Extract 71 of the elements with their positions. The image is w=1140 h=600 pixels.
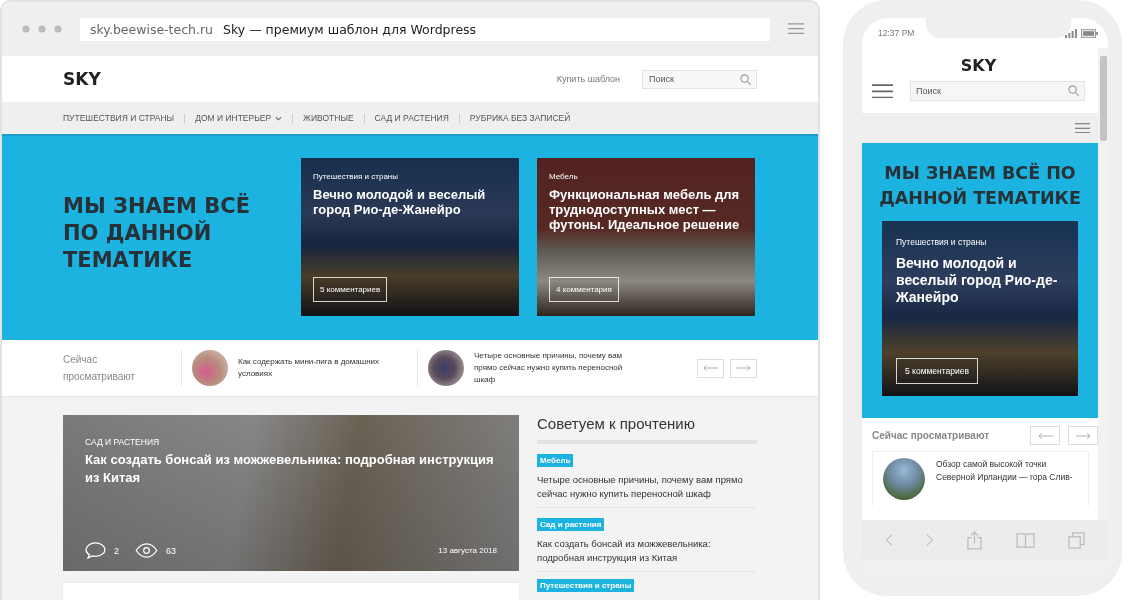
category-label: Путешествия и страны	[896, 237, 988, 247]
view-count: 63	[166, 545, 177, 556]
search-field[interactable]: Поиск	[642, 69, 757, 89]
prev-button[interactable]	[697, 358, 724, 378]
arrow-right-icon	[736, 364, 751, 372]
menu-icon[interactable]	[872, 83, 893, 99]
comments-button[interactable]: 5 комментариев	[313, 277, 388, 302]
share-icon[interactable]	[967, 530, 983, 550]
buy-link[interactable]: Купить шаблон	[556, 74, 620, 84]
section-label: Сейчас просматривают	[872, 430, 991, 441]
search-icon	[740, 73, 751, 85]
post-title: Обзор самой высокой точки Северной Ирландии — гора Слив-	[936, 458, 1074, 484]
search-field[interactable]: Поиск	[910, 81, 1085, 101]
eye-icon	[135, 543, 158, 558]
address-bar[interactable]: sky.beewise-tech.ru Sky — премиум шаблон для Wordpress	[80, 17, 770, 41]
url-text: sky.beewise-tech.ru	[90, 21, 214, 37]
search-icon	[1068, 85, 1079, 96]
post-card[interactable]: Мебель Функциональная мебель для труднодоступных мест — футоны. Идеальное решение 4 комментария	[537, 158, 755, 316]
arrow-right-icon	[1075, 431, 1091, 440]
post-title: Вечно молодой и веселый город Рио-де-Жанейро	[313, 187, 487, 217]
post-title: Вечно молодой и веселый город Рио-де-Жанейро	[896, 255, 1059, 306]
nav-item[interactable]: ПУТЕШЕСТВИЯ И СТРАНЫ	[63, 113, 185, 123]
post-link[interactable]: Как содержать мини-пига в домашних условиях	[238, 356, 409, 380]
hero-heading: МЫ ЗНАЕМ ВСЁ ПО ДАННОЙ ТЕМАТИКЕ	[63, 192, 252, 274]
nav-item[interactable]: ЖИВОТНЫЕ	[292, 113, 364, 123]
comment-icon	[85, 542, 106, 559]
arrow-left-icon	[1037, 431, 1053, 440]
post-link[interactable]: Четыре основные причины, почему вам прямо сейчас нужно купить переносной шкаф	[537, 473, 757, 501]
post-card[interactable]: Путешествия и страны Вечно молодой и веселый город Рио-де-Жанейро 5 комментариев	[882, 221, 1078, 396]
section-heading: Советуем к прочтению	[537, 415, 757, 444]
nav-item[interactable]: РУБРИКА БЕЗ ЗАПИСЕЙ	[458, 113, 581, 123]
post-card[interactable]: Путешествия и страны Вечно молодой и веселый город Рио-де-Жанейро 5 комментариев	[301, 158, 519, 316]
comments-button[interactable]: 5 комментариев	[896, 358, 978, 384]
post-item[interactable]: Обзор самой высокой точки Северной Ирландии — гора Слив-	[872, 451, 1089, 506]
comments-button[interactable]: 4 комментария	[549, 277, 619, 302]
featured-post[interactable]: САД И РАСТЕНИЯ Как создать бонсай из можжевельника: подробная инструкция из Китая 2 63 13 августа 2018	[63, 415, 519, 571]
section-label: Сейчас просматривают	[63, 353, 137, 384]
menu-icon[interactable]	[788, 23, 804, 35]
post-link[interactable]: Как создать бонсай из можжевельника: подробная инструкция из Китая	[537, 537, 757, 565]
category-label: САД И РАСТЕНИЯ	[85, 437, 161, 447]
thumbnail-photo	[883, 458, 925, 500]
site-logo[interactable]: SKY	[63, 69, 557, 89]
back-icon[interactable]	[884, 533, 893, 547]
comment-count: 2	[114, 545, 119, 556]
window-controls-icon	[22, 25, 62, 33]
thumbnail-photo	[428, 350, 464, 386]
post-title: Функциональная мебель для труднодоступных мест — футоны. Идеальное решение	[549, 187, 741, 232]
battery-icon	[1081, 28, 1098, 38]
page-title: Sky — премиум шаблон для Wordpress	[223, 21, 477, 37]
signal-icon	[1065, 28, 1077, 38]
category-label: Путешествия и страны	[313, 172, 399, 181]
post-title: Как создать бонсай из можжевельника: подробная инструкция из Китая	[85, 451, 495, 487]
forward-icon[interactable]	[926, 533, 935, 547]
category-label: Мебель	[549, 172, 579, 181]
next-button[interactable]	[1068, 426, 1098, 445]
status-time: 12:37 PM	[878, 28, 916, 38]
prev-button[interactable]	[1030, 426, 1060, 445]
book-icon[interactable]	[1015, 532, 1035, 548]
tabs-icon[interactable]	[1068, 531, 1086, 549]
scrollbar[interactable]	[1098, 48, 1108, 520]
hero-heading: МЫ ЗНАЕМ ВСЁ ПО ДАННОЙ ТЕМАТИКЕ	[878, 161, 1082, 210]
scrollbar-thumb[interactable]	[1099, 56, 1107, 141]
post-link[interactable]: Четыре основные причины, почему вам прямо сейчас нужно купить переносной шкаф	[474, 350, 645, 386]
nav-item[interactable]: САД И РАСТЕНИЯ	[363, 113, 459, 123]
nav-item[interactable]: ДОМ И ИНТЕРЬЕР	[184, 113, 293, 123]
arrow-left-icon	[703, 364, 718, 372]
menu-icon[interactable]	[1075, 122, 1090, 134]
post-date: 13 августа 2018	[438, 546, 497, 555]
thumbnail-photo	[192, 350, 228, 386]
next-button[interactable]	[730, 358, 757, 378]
site-logo[interactable]: SKY	[960, 56, 997, 75]
